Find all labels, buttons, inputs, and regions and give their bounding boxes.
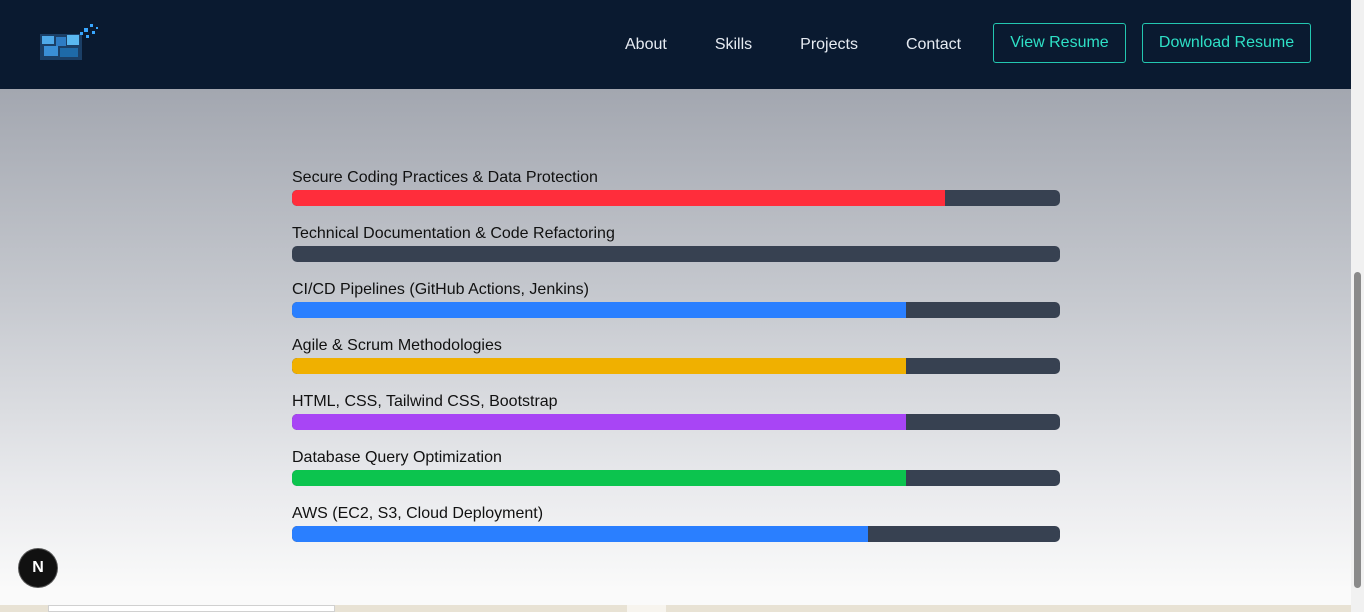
skill-item: Secure Coding Practices & Data Protectio…	[292, 168, 1060, 224]
nav-link-skills[interactable]: Skills	[715, 36, 752, 54]
skill-item: Agile & Scrum Methodologies	[292, 336, 1060, 392]
download-resume-button[interactable]: Download Resume	[1142, 23, 1311, 63]
nav-link-projects[interactable]: Projects	[800, 36, 858, 54]
next-section-image	[627, 605, 666, 612]
skill-progress-bar	[292, 358, 1060, 374]
skill-label: CI/CD Pipelines (GitHub Actions, Jenkins…	[292, 281, 589, 298]
skill-progress-bar	[292, 470, 1060, 486]
nav-link-about[interactable]: About	[625, 36, 667, 54]
logo-icon[interactable]	[36, 22, 100, 64]
scrollbar-thumb[interactable]	[1354, 272, 1361, 588]
skill-progress-fill	[292, 358, 907, 374]
skill-label: AWS (EC2, S3, Cloud Deployment)	[292, 505, 544, 522]
nav-links: About Skills Projects Contact	[601, 0, 985, 89]
view-resume-button[interactable]: View Resume	[993, 23, 1126, 63]
nav-link-contact[interactable]: Contact	[906, 36, 961, 54]
skills-list: Secure Coding Practices & Data Protectio…	[292, 168, 1060, 560]
skill-label: Technical Documentation & Code Refactori…	[292, 225, 615, 242]
skill-progress-fill	[292, 302, 907, 318]
navbar: About Skills Projects Contact View Resum…	[0, 0, 1351, 89]
skill-progress-fill	[292, 526, 868, 542]
next-section-card	[48, 605, 335, 612]
skill-label: Secure Coding Practices & Data Protectio…	[292, 169, 598, 186]
skill-label: Database Query Optimization	[292, 449, 502, 466]
skill-item: CI/CD Pipelines (GitHub Actions, Jenkins…	[292, 280, 1060, 336]
nextjs-dev-badge[interactable]: N	[19, 549, 57, 587]
skill-label: HTML, CSS, Tailwind CSS, Bootstrap	[292, 393, 558, 410]
skill-item: Database Query Optimization	[292, 448, 1060, 504]
skill-progress-bar	[292, 190, 1060, 206]
skill-progress-bar	[292, 302, 1060, 318]
skill-progress-fill	[292, 414, 907, 430]
skill-progress-bar	[292, 414, 1060, 430]
skill-progress-bar	[292, 246, 1060, 262]
vertical-scrollbar[interactable]	[1351, 0, 1364, 612]
skill-item: Technical Documentation & Code Refactori…	[292, 224, 1060, 280]
skill-item: HTML, CSS, Tailwind CSS, Bootstrap	[292, 392, 1060, 448]
skill-progress-bar	[292, 526, 1060, 542]
skill-label: Agile & Scrum Methodologies	[292, 337, 502, 354]
skill-progress-fill	[292, 190, 945, 206]
skill-progress-fill	[292, 470, 907, 486]
skill-item: AWS (EC2, S3, Cloud Deployment)	[292, 504, 1060, 560]
